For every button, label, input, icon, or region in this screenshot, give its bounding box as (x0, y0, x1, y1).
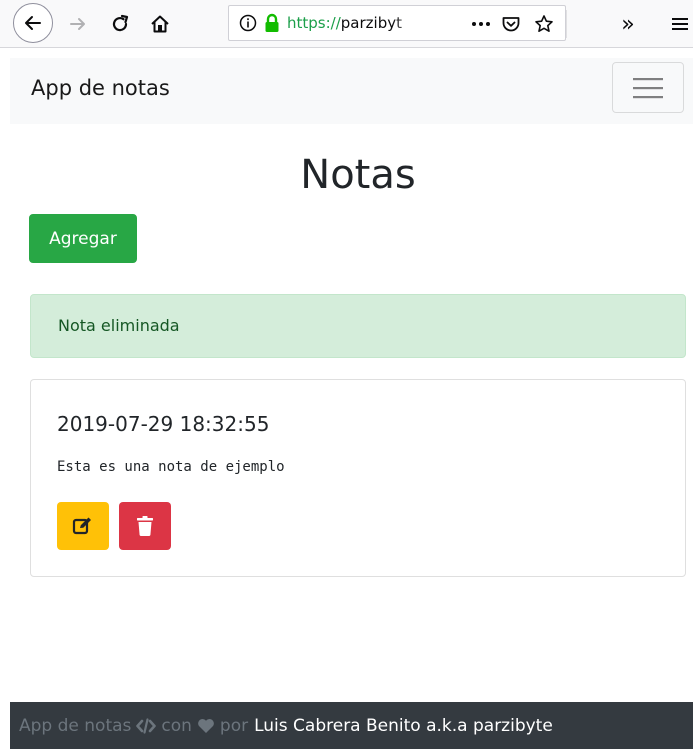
page-actions-button[interactable] (470, 13, 492, 35)
home-icon (151, 15, 169, 33)
url-host: parzibyt (340, 14, 402, 32)
url-text[interactable]: https://parzibyt (287, 14, 427, 34)
url-protocol: https:// (287, 14, 341, 32)
footer-con: con (161, 716, 192, 736)
alert-message: Nota eliminada (58, 316, 180, 335)
star-icon (535, 15, 553, 32)
navbar-brand[interactable]: App de notas (31, 76, 170, 100)
app-menu-button[interactable] (670, 12, 690, 36)
hamburger-icon (633, 77, 663, 98)
navbar: App de notas (10, 58, 693, 124)
url-bar[interactable]: https://parzibyt (228, 5, 566, 41)
note-content: Esta es una nota de ejemplo (57, 459, 285, 475)
footer-app-name: App de notas (19, 716, 132, 736)
hamburger-menu-icon (672, 18, 688, 30)
add-note-button[interactable]: Agregar (29, 214, 137, 263)
code-icon (136, 718, 157, 734)
home-button[interactable] (147, 11, 173, 37)
edit-note-button[interactable] (57, 502, 109, 550)
reload-button[interactable] (107, 11, 133, 37)
bookmark-button[interactable] (533, 13, 555, 35)
edit-icon (72, 517, 91, 535)
heart-icon (198, 719, 214, 733)
info-icon[interactable] (239, 14, 257, 32)
code-icon-wrapper (136, 718, 157, 734)
note-card: 2019-07-29 18:32:55 Esta es una nota de … (30, 379, 686, 577)
pocket-icon (502, 17, 520, 32)
browser-toolbar: https://parzibyt » (0, 0, 693, 48)
more-horizontal-icon (472, 22, 490, 26)
forward-button[interactable] (66, 12, 90, 36)
lock-icon[interactable] (263, 13, 281, 33)
success-alert: Nota eliminada (30, 294, 686, 358)
pocket-button[interactable] (500, 13, 522, 35)
page-title: Notas (300, 152, 416, 198)
arrow-left-icon (25, 16, 41, 30)
toolbar-separator (566, 10, 567, 38)
reload-icon (112, 14, 129, 32)
note-date: 2019-07-29 18:32:55 (57, 412, 270, 436)
arrow-right-icon (70, 18, 85, 30)
footer-author-link[interactable]: Luis Cabrera Benito a.k.a parzibyte (254, 716, 553, 736)
overflow-button[interactable]: » (615, 10, 641, 38)
delete-note-button[interactable] (119, 502, 171, 550)
footer: App de notas con por Luis Cabrera Benito… (10, 702, 693, 749)
navbar-toggler-button[interactable] (612, 62, 684, 113)
heart-icon-wrapper (197, 718, 215, 734)
chevrons-right-icon: » (621, 11, 635, 37)
footer-por: por (219, 716, 249, 736)
trash-icon (137, 516, 153, 537)
back-button[interactable] (13, 3, 53, 43)
